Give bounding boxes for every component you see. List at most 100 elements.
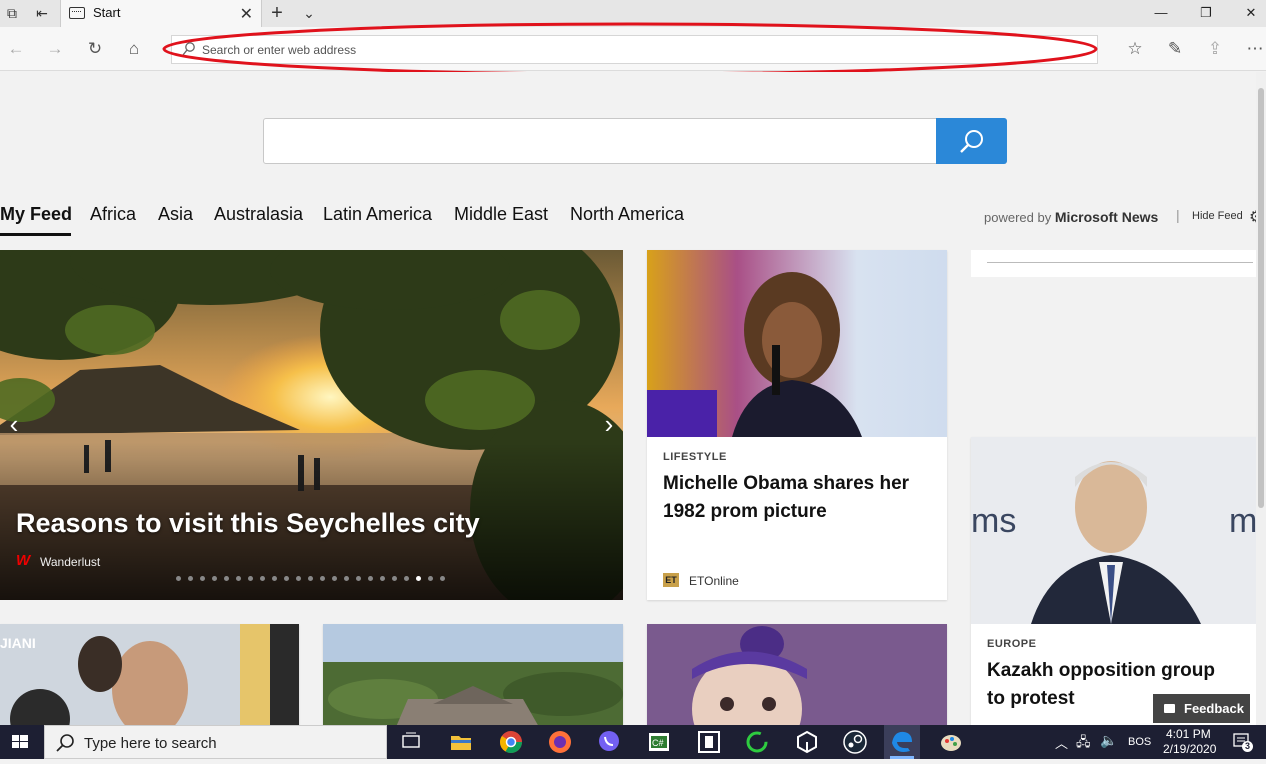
address-bar[interactable] xyxy=(171,35,1098,64)
carousel-dot[interactable] xyxy=(224,576,229,581)
home-icon[interactable]: ⌂ xyxy=(123,38,145,60)
app-bracket-icon[interactable] xyxy=(696,729,722,755)
forward-arrow-icon[interactable]: → xyxy=(44,38,66,60)
chrome-icon[interactable] xyxy=(498,729,524,755)
newtab-favicon-icon xyxy=(69,7,85,19)
article-category: EUROPE xyxy=(987,638,1037,650)
unity-icon[interactable] xyxy=(794,729,820,755)
carousel-dot[interactable] xyxy=(392,576,397,581)
carousel-dot[interactable] xyxy=(176,576,181,581)
carousel-dot[interactable] xyxy=(332,576,337,581)
clock-time[interactable]: 4:01 PM xyxy=(1166,727,1211,741)
article-image: ms m xyxy=(971,437,1256,624)
refresh-icon[interactable]: ↻ xyxy=(84,38,106,60)
close-window-button[interactable]: ✕ xyxy=(1236,3,1266,23)
tab-actions-icon[interactable]: ⧉ xyxy=(3,4,21,22)
restore-button[interactable]: ❐ xyxy=(1191,3,1221,23)
article-card[interactable]: JIANI xyxy=(0,624,299,725)
carousel-dot[interactable] xyxy=(380,576,385,581)
carousel-dot[interactable] xyxy=(404,576,409,581)
minimize-button[interactable]: — xyxy=(1146,3,1176,23)
file-explorer-icon[interactable] xyxy=(448,729,474,755)
taskbar-search-box[interactable]: Type here to search xyxy=(44,725,387,759)
carousel-dot[interactable] xyxy=(272,576,277,581)
feed-tab-my-feed[interactable]: My Feed xyxy=(0,204,72,225)
hero-carousel[interactable]: ‹ › Reasons to visit this Seychelles cit… xyxy=(0,250,623,600)
web-search-input[interactable] xyxy=(274,129,924,153)
feed-navigation: My Feed Africa Asia Australasia Latin Am… xyxy=(0,204,1256,236)
carousel-dot[interactable] xyxy=(320,576,325,581)
article-card[interactable] xyxy=(323,624,623,725)
gear-icon[interactable]: ⚙ xyxy=(1249,207,1256,227)
carousel-dot[interactable] xyxy=(284,576,289,581)
feed-tab-latin-america[interactable]: Latin America xyxy=(323,204,432,225)
action-center-icon[interactable]: 3 xyxy=(1233,733,1253,752)
more-options-icon[interactable]: ⋯ xyxy=(1244,38,1266,60)
paint-icon[interactable] xyxy=(938,729,964,755)
share-icon[interactable]: ⇪ xyxy=(1204,38,1226,60)
active-tab-underline xyxy=(0,233,71,236)
notification-count: 3 xyxy=(1242,741,1253,752)
carousel-next-icon[interactable]: › xyxy=(595,410,623,438)
carousel-dot[interactable] xyxy=(296,576,301,581)
steam-icon[interactable] xyxy=(842,729,868,755)
input-language[interactable]: BOS xyxy=(1128,736,1151,748)
address-input[interactable] xyxy=(202,41,1082,59)
new-tab-plus-icon[interactable]: + xyxy=(268,3,286,23)
feed-tab-australasia[interactable]: Australasia xyxy=(214,204,303,225)
firefox-icon[interactable] xyxy=(547,729,573,755)
article-card[interactable] xyxy=(647,624,947,725)
csharp-app-icon[interactable]: C# xyxy=(646,729,672,755)
scrollbar-thumb[interactable] xyxy=(1258,88,1264,508)
start-button[interactable] xyxy=(0,725,42,759)
article-source: ETOnline xyxy=(689,574,739,588)
search-icon xyxy=(182,42,195,56)
carousel-dot[interactable] xyxy=(248,576,253,581)
hero-image xyxy=(0,250,623,600)
article-headline[interactable]: Michelle Obama shares her 1982 prom pict… xyxy=(663,470,909,526)
web-note-pen-icon[interactable]: ✎ xyxy=(1164,38,1186,60)
task-view-icon[interactable] xyxy=(398,729,424,755)
feed-tab-asia[interactable]: Asia xyxy=(158,204,193,225)
carousel-dot[interactable] xyxy=(440,576,445,581)
carousel-dot[interactable] xyxy=(200,576,205,581)
carousel-prev-icon[interactable]: ‹ xyxy=(0,410,28,438)
feedback-button[interactable]: Feedback xyxy=(1153,694,1250,723)
back-arrow-icon[interactable]: ← xyxy=(5,38,27,60)
carousel-dot[interactable] xyxy=(212,576,217,581)
carousel-dot[interactable] xyxy=(356,576,361,581)
clock-date[interactable]: 2/19/2020 xyxy=(1163,742,1216,756)
feed-tab-middle-east[interactable]: Middle East xyxy=(454,204,548,225)
edge-taskbar-button[interactable] xyxy=(884,725,920,759)
volume-icon[interactable]: 🔈 xyxy=(1100,732,1117,749)
network-icon[interactable]: 🖧 xyxy=(1076,733,1091,755)
taskbar-search-text: Type here to search xyxy=(84,735,217,752)
carousel-dot[interactable] xyxy=(368,576,373,581)
carousel-dot[interactable] xyxy=(188,576,193,581)
etonline-logo-icon: ET xyxy=(663,573,679,587)
carousel-dot[interactable] xyxy=(416,576,421,581)
carousel-dot[interactable] xyxy=(308,576,313,581)
show-hidden-icons-chevron-up-icon[interactable]: ︿ xyxy=(1055,733,1068,752)
favorites-star-icon[interactable]: ☆ xyxy=(1124,38,1146,60)
tab-start[interactable]: Start ✕ xyxy=(60,0,262,27)
viber-icon[interactable] xyxy=(596,729,622,755)
feed-tab-north-america[interactable]: North America xyxy=(570,204,684,225)
feed-tab-africa[interactable]: Africa xyxy=(90,204,136,225)
tab-close-icon[interactable]: ✕ xyxy=(240,4,253,24)
carousel-dot[interactable] xyxy=(428,576,433,581)
hero-headline[interactable]: Reasons to visit this Seychelles city xyxy=(16,508,480,539)
article-card[interactable]: ms m EUROPE Kazakh opposition group to p… xyxy=(971,437,1256,725)
page-scrollbar[interactable] xyxy=(1256,72,1266,725)
navigation-bar: ← → ↻ ⌂ ☆ ✎ ⇪ ⋯ xyxy=(0,27,1266,71)
web-search-box[interactable] xyxy=(263,118,1007,164)
set-tabs-aside-icon[interactable]: ⇤ xyxy=(33,4,51,22)
tab-preview-chevron-down-icon[interactable]: ⌄ xyxy=(300,4,318,22)
web-search-button[interactable] xyxy=(936,118,1007,164)
article-card[interactable]: LIFESTYLE Michelle Obama shares her 1982… xyxy=(647,250,947,600)
carousel-dot[interactable] xyxy=(236,576,241,581)
carousel-dot[interactable] xyxy=(260,576,265,581)
carousel-dot[interactable] xyxy=(344,576,349,581)
hide-feed-link[interactable]: Hide Feed xyxy=(1192,210,1243,222)
progress-circle-app-icon[interactable] xyxy=(744,729,770,755)
